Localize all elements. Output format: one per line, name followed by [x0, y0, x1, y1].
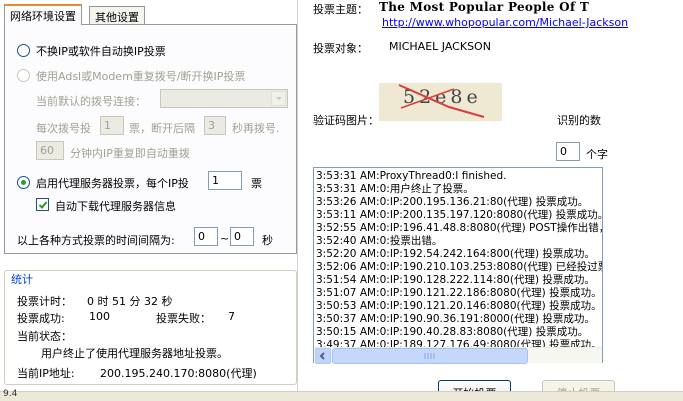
label-vote-topic: 投票主题： — [313, 3, 368, 16]
label-chars: 个字 — [586, 148, 608, 161]
label-captcha: 验证码图片： — [313, 114, 379, 127]
chevron-left-icon — [319, 352, 325, 360]
label-timer: 投票计时： — [17, 295, 72, 308]
auto-download-checkbox[interactable] — [36, 198, 49, 211]
log-lines: 3:53:31 AM:ProxyThread0:I finished. 3:53:… — [316, 170, 603, 352]
label-proxy: 启用代理服务器投票，每个IP投 — [36, 177, 189, 190]
state-value: 用户终止了使用代理服务器地址投票。 — [41, 347, 228, 360]
log-line: 3:53:26 AM:0:IP:200.195.136.21:80(代理) 投票… — [316, 196, 589, 208]
scroll-thumb[interactable] — [332, 348, 528, 364]
current-ip-value: 200.195.240.170:8080(代理) — [100, 367, 257, 380]
vote-target-value: MICHAEL JACKSON — [389, 40, 491, 53]
label-recognized: 识别的数 — [557, 114, 601, 127]
label-redial: 分钟内IP重复即自动重拨 — [70, 147, 190, 160]
label-current-ip: 当前IP地址: — [17, 367, 75, 380]
label-success: 投票成功: — [17, 312, 65, 325]
log-line: 3:51:54 AM:0:IP:190.128.222.114:80(代理) 投… — [316, 274, 595, 286]
log-line: 3:52:20 AM:0:IP:192.54.242.164:800(代理) 投… — [316, 248, 595, 260]
timer-value: 0 时 51 分 32 秒 — [87, 295, 173, 308]
interval-to-input[interactable]: 0 — [230, 227, 254, 246]
log-line: 3:50:15 AM:0:IP:190.40.28.83:8080(代理) 投票… — [316, 326, 589, 338]
tab-other-settings[interactable]: 其他设置 — [89, 6, 145, 24]
interval-from-input[interactable]: 0 — [194, 227, 218, 246]
label-interval-sep: ~ — [220, 232, 230, 245]
radio-proxy[interactable] — [17, 176, 30, 189]
log-line: 3:53:31 AM:0:用户终止了投票。 — [316, 183, 474, 195]
label-state: 当前状态： — [17, 330, 72, 343]
label-default-dial: 当前默认的拨号连接： — [36, 95, 146, 108]
log-line: 3:52:40 AM:0:投票出错。 — [316, 235, 443, 247]
vote-topic-value: The Most Popular People Of T — [379, 0, 590, 14]
fail-value: 7 — [228, 310, 235, 323]
pane-divider — [297, 0, 298, 391]
log-line: 3:50:53 AM:0:IP:190.121.20.146:8080(代理) … — [316, 300, 602, 312]
scroll-left-button[interactable] — [315, 348, 331, 364]
success-value: 100 — [89, 310, 110, 323]
status-text: 9.4 — [3, 389, 18, 399]
dial-connection-select[interactable] — [160, 89, 288, 108]
captcha-image: 52e8e — [379, 83, 502, 121]
label-adsl: 使用Adsl或Modem重复拨号/断开换IP投票 — [36, 70, 246, 83]
proxy-votes-input[interactable]: 1 — [208, 171, 242, 190]
label-proxy-unit: 票 — [251, 177, 262, 190]
log-box[interactable]: 3:53:31 AM:ProxyThread0:I finished. 3:53:… — [313, 167, 603, 363]
label-fail: 投票失败： — [156, 312, 211, 325]
log-line: 3:52:55 AM:0:IP:196.41.48.8:8080(代理) POS… — [316, 222, 603, 234]
label-dial-prefix: 每次拨号投 — [36, 122, 91, 135]
label-interval: 以上各种方式投票的时间间隔为: — [17, 234, 175, 247]
dial-wait-input[interactable]: 3 — [204, 116, 226, 135]
radio-adsl[interactable] — [17, 69, 30, 82]
log-line: 3:51:07 AM:0:IP:190.121.22.186:8080(代理) … — [316, 287, 602, 299]
stats-title: 统计 — [9, 271, 35, 287]
redial-minutes-input[interactable]: 60 — [36, 141, 64, 160]
vote-topic-link[interactable]: http://www.whopopular.com/Michael-Jackso… — [382, 16, 628, 29]
log-horizontal-scrollbar[interactable] — [314, 347, 602, 364]
log-line: 3:50:37 AM:0:IP:190.90.36.191:8000(代理) 投… — [316, 313, 595, 325]
dial-count-input[interactable]: 1 — [100, 116, 124, 135]
label-vote-target: 投票对象： — [313, 42, 368, 55]
label-dial-mid: 票，断开后隔 — [129, 122, 195, 135]
status-bar: 9.4 — [0, 389, 683, 401]
checkmark-icon — [38, 201, 48, 209]
captcha-chars-input[interactable]: 0 — [556, 142, 580, 161]
log-line: 3:52:06 AM:0:IP:190.210.103.253:8080(代理)… — [316, 261, 603, 273]
tab-network-settings[interactable]: 网络环境设置 — [4, 4, 82, 25]
log-line: 3:53:31 AM:ProxyThread0:I finished. — [316, 170, 507, 182]
label-dial-suffix: 秒再拨号. — [232, 122, 280, 135]
chevron-down-icon — [271, 91, 286, 106]
log-line: 3:53:11 AM:0:IP:200.135.197.120:8080(代理)… — [316, 209, 603, 221]
grip-icon — [424, 353, 435, 359]
label-auto-download: 自动下载代理服务器信息 — [55, 200, 176, 213]
radio-no-ip-change[interactable] — [17, 44, 30, 57]
label-no-ip-change: 不换IP或软件自动换IP投票 — [36, 45, 166, 58]
label-interval-unit: 秒 — [262, 234, 273, 247]
